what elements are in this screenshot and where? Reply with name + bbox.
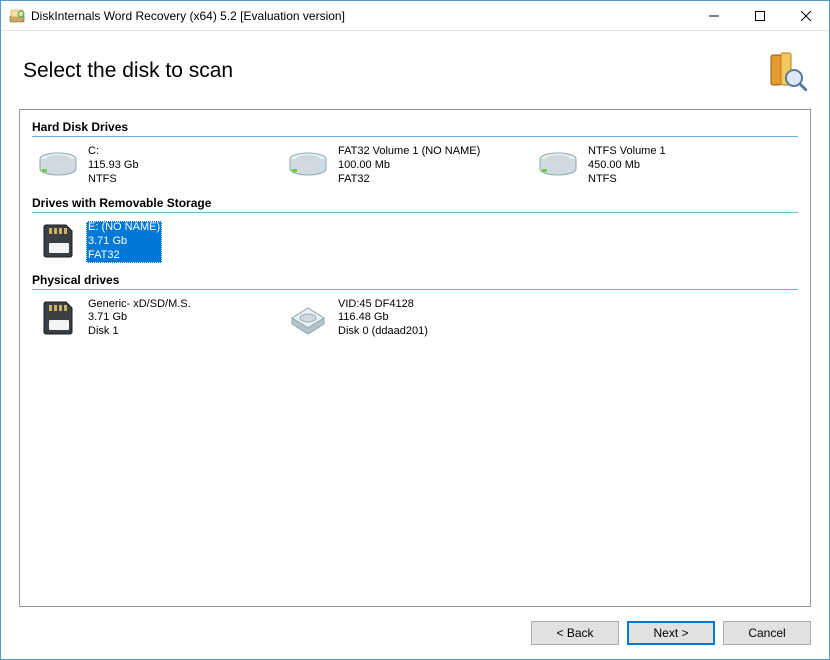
app-window: DiskInternals Word Recovery (x64) 5.2 [E… <box>0 0 830 660</box>
drive-labels: E: (NO NAME)3.71 GbFAT32 <box>86 221 162 262</box>
drive-fs: FAT32 <box>88 249 160 263</box>
window-title: DiskInternals Word Recovery (x64) 5.2 [E… <box>31 9 345 23</box>
drive-labels: NTFS Volume 1450.00 MbNTFS <box>586 145 668 186</box>
drive-size: 3.71 Gb <box>88 235 160 249</box>
drive-labels: Generic- xD/SD/M.S.3.71 GbDisk 1 <box>86 298 193 339</box>
sd-drive-icon <box>36 221 80 261</box>
sd-drive-icon <box>36 298 80 338</box>
drive-item[interactable]: Generic- xD/SD/M.S.3.71 GbDisk 1 <box>32 294 282 343</box>
phys-drive-icon <box>286 298 330 338</box>
maximize-button[interactable] <box>737 1 783 31</box>
cancel-button[interactable]: Cancel <box>723 621 811 645</box>
page-title: Select the disk to scan <box>23 59 233 83</box>
physical-list: Generic- xD/SD/M.S.3.71 GbDisk 1 VID:45 D… <box>32 294 798 343</box>
drive-size: 116.48 Gb <box>338 311 428 325</box>
removable-list: E: (NO NAME)3.71 GbFAT32 <box>32 217 798 266</box>
banner-icon <box>767 51 807 91</box>
close-button[interactable] <box>783 1 829 31</box>
drive-size: 100.00 Mb <box>338 159 480 173</box>
drive-fs: NTFS <box>588 173 666 187</box>
drive-name: NTFS Volume 1 <box>588 145 666 159</box>
drive-name: FAT32 Volume 1 (NO NAME) <box>338 145 480 159</box>
wizard-footer: < Back Next > Cancel <box>1 607 829 659</box>
drive-name: C: <box>88 145 139 159</box>
drive-labels: C:115.93 GbNTFS <box>86 145 141 186</box>
section-header-physical: Physical drives <box>32 273 798 290</box>
header-banner: Select the disk to scan <box>1 31 829 109</box>
drive-labels: FAT32 Volume 1 (NO NAME)100.00 MbFAT32 <box>336 145 482 186</box>
drive-labels: VID:45 DF4128116.48 GbDisk 0 (ddaad201) <box>336 298 430 339</box>
section-header-hard-disk: Hard Disk Drives <box>32 120 798 137</box>
drive-name: E: (NO NAME) <box>88 221 160 235</box>
drive-size: 3.71 Gb <box>88 311 191 325</box>
drive-name: Generic- xD/SD/M.S. <box>88 298 191 312</box>
back-button[interactable]: < Back <box>531 621 619 645</box>
drive-name: VID:45 DF4128 <box>338 298 428 312</box>
drive-item[interactable]: E: (NO NAME)3.71 GbFAT32 <box>32 217 282 266</box>
minimize-button[interactable] <box>691 1 737 31</box>
drive-size: 115.93 Gb <box>88 159 139 173</box>
drive-item[interactable]: FAT32 Volume 1 (NO NAME)100.00 MbFAT32 <box>282 141 532 190</box>
hdd-drive-icon <box>36 145 80 185</box>
section-header-removable: Drives with Removable Storage <box>32 196 798 213</box>
drive-item[interactable]: C:115.93 GbNTFS <box>32 141 282 190</box>
drive-item[interactable]: VID:45 DF4128116.48 GbDisk 0 (ddaad201) <box>282 294 532 343</box>
hdd-drive-icon <box>536 145 580 185</box>
drive-fs: Disk 0 (ddaad201) <box>338 325 428 339</box>
drive-fs: Disk 1 <box>88 325 191 339</box>
titlebar: DiskInternals Word Recovery (x64) 5.2 [E… <box>1 1 829 31</box>
app-icon <box>9 8 25 24</box>
next-button[interactable]: Next > <box>627 621 715 645</box>
content-frame: Hard Disk Drives C:115.93 GbNTFSFAT32 Vo… <box>19 109 811 607</box>
drive-fs: FAT32 <box>338 173 480 187</box>
drive-size: 450.00 Mb <box>588 159 666 173</box>
hard-disk-list: C:115.93 GbNTFSFAT32 Volume 1 (NO NAME)1… <box>32 141 798 190</box>
hdd-drive-icon <box>286 145 330 185</box>
drive-fs: NTFS <box>88 173 139 187</box>
drive-item[interactable]: NTFS Volume 1450.00 MbNTFS <box>532 141 782 190</box>
